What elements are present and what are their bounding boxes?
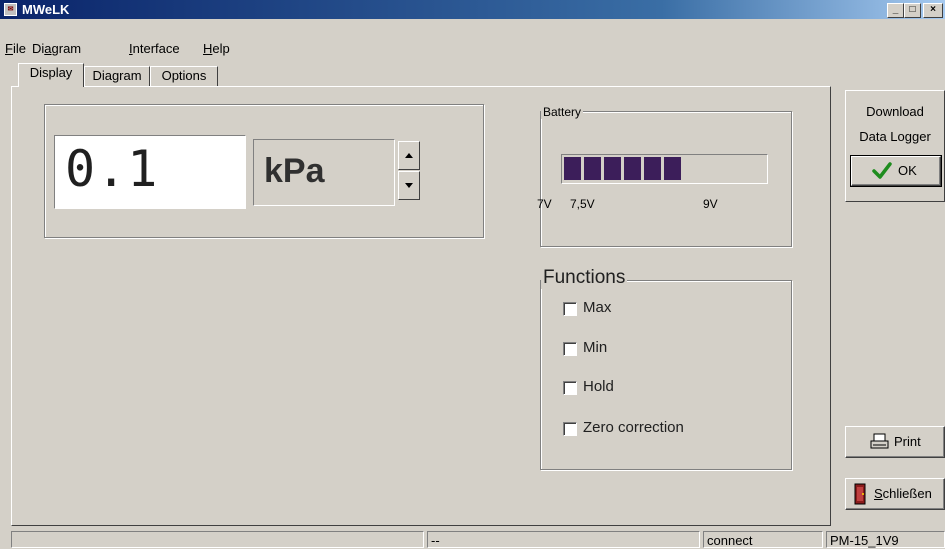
menu-interface[interactable]: Interface <box>129 41 180 56</box>
window-title: MWeLK <box>22 2 70 17</box>
functions-group <box>540 280 792 470</box>
close-button[interactable]: Schließen <box>845 478 945 510</box>
tab-diagram[interactable]: Diagram <box>84 66 150 86</box>
tab-display[interactable]: Display <box>18 63 84 87</box>
unit-down-button[interactable] <box>398 171 420 200</box>
battery-segment <box>664 157 681 180</box>
zero-correction-label[interactable]: Zero correction <box>583 419 684 436</box>
menu-diagram-label: gram <box>51 41 82 56</box>
battery-segment <box>564 157 581 180</box>
close-window-button[interactable]: × <box>923 3 943 18</box>
menu-help-label: elp <box>212 41 230 56</box>
max-checkbox[interactable] <box>563 302 577 316</box>
minimize-button[interactable]: _ <box>887 3 904 18</box>
menu-diagram-prefix: Di <box>32 41 45 56</box>
menu-help[interactable]: Help <box>203 41 230 56</box>
title-bar[interactable]: ✉ MWeLK _ □ × <box>0 0 945 19</box>
hold-label[interactable]: Hold <box>583 378 614 395</box>
battery-label: Battery <box>541 105 584 119</box>
app-icon: ✉ <box>4 3 17 16</box>
menu-file-label: ile <box>12 41 26 56</box>
hold-checkbox[interactable] <box>563 381 577 395</box>
menu-file[interactable]: File <box>5 41 26 56</box>
battery-segment <box>584 157 601 180</box>
status-cell-connection: connect <box>703 531 823 548</box>
battery-scale-9v: 9V <box>703 197 718 211</box>
menu-interface-label: nterface <box>132 41 180 56</box>
battery-segment <box>624 157 641 180</box>
ok-button-label: OK <box>898 163 917 178</box>
battery-level-bar <box>561 154 768 184</box>
zero-correction-checkbox[interactable] <box>563 422 577 436</box>
status-cell-1 <box>11 531 424 548</box>
value-text: 0.1 <box>65 140 159 198</box>
menu-file-mnemonic: F <box>5 41 13 56</box>
battery-segment <box>644 157 661 180</box>
battery-scale-7-5v: 7,5V <box>570 197 595 211</box>
tab-options[interactable]: Options <box>150 66 218 86</box>
printer-icon <box>870 433 889 449</box>
close-button-label: Schließen <box>874 486 932 501</box>
maximize-button[interactable]: □ <box>904 3 921 18</box>
arrow-down-icon <box>405 183 413 188</box>
unit-display: kPa <box>253 139 395 206</box>
status-cell-device: PM-15_1V9 <box>826 531 945 548</box>
value-display: 0.1 <box>54 135 246 209</box>
min-label[interactable]: Min <box>583 339 607 356</box>
print-button[interactable]: Print <box>845 426 945 458</box>
unit-up-button[interactable] <box>398 141 420 170</box>
menu-help-mnemonic: H <box>203 41 213 56</box>
arrow-up-icon <box>405 153 413 158</box>
display-tab-panel: 0.1 kPa Battery 7V 7,5V 9V Functions Max… <box>11 86 831 526</box>
battery-scale-7v: 7V <box>537 197 552 211</box>
min-checkbox[interactable] <box>563 342 577 356</box>
close-button-text: chließen <box>882 486 932 501</box>
print-button-label: Print <box>894 434 921 449</box>
close-button-mnemonic: S <box>874 486 883 501</box>
menu-diagram-mnemonic: a <box>44 41 52 56</box>
unit-text: kPa <box>264 152 325 190</box>
download-label-line1: Download <box>866 104 924 119</box>
max-label[interactable]: Max <box>583 299 611 316</box>
status-cell-2: -- <box>427 531 700 548</box>
functions-label: Functions <box>541 267 628 289</box>
ok-button[interactable]: OK <box>850 155 942 187</box>
battery-segment <box>604 157 621 180</box>
door-exit-icon <box>854 483 866 505</box>
menu-diagram[interactable]: Diagram <box>32 41 81 56</box>
checkmark-icon <box>872 162 892 179</box>
download-label-line2: Data Logger <box>859 129 931 144</box>
